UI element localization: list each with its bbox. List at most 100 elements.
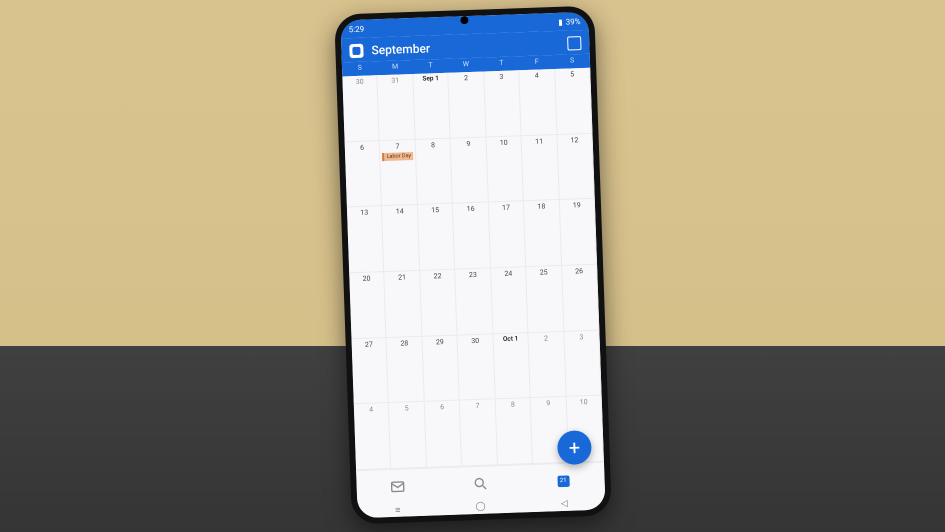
weekday-label: T (412, 61, 448, 70)
day-cell[interactable]: 3 (484, 70, 522, 137)
mail-tab[interactable] (389, 478, 406, 495)
day-cell[interactable]: 7Labor Day (380, 140, 418, 207)
app-menu-icon[interactable] (349, 44, 363, 58)
day-number: 26 (563, 267, 594, 276)
day-cell[interactable]: 25 (526, 266, 564, 333)
day-cell[interactable]: 4 (353, 403, 391, 470)
day-number: 28 (388, 339, 419, 348)
day-number: 22 (422, 272, 453, 281)
day-cell[interactable]: 7 (460, 400, 498, 467)
day-number: 2 (530, 334, 561, 343)
phone-frame: 5:29 ▮ 39% September S M T W T F S 3031S… (334, 6, 612, 525)
day-number: 5 (556, 70, 587, 79)
day-cell[interactable]: 18 (524, 200, 562, 267)
day-cell[interactable]: 8 (495, 398, 533, 465)
day-cell[interactable]: 6 (344, 141, 382, 208)
day-cell[interactable]: Sep 1 (413, 73, 451, 140)
day-cell[interactable]: Oct 1 (493, 333, 531, 400)
day-cell[interactable]: 9 (450, 137, 488, 204)
day-cell[interactable]: 11 (521, 135, 559, 202)
day-cell[interactable]: 14 (382, 205, 420, 272)
day-number: 8 (417, 140, 448, 149)
day-cell[interactable]: 26 (561, 265, 599, 332)
day-cell[interactable]: 22 (420, 270, 458, 337)
day-number: 6 (426, 403, 457, 412)
day-number: 19 (561, 201, 592, 210)
day-cell[interactable]: 28 (386, 336, 424, 403)
day-number: 16 (455, 205, 486, 214)
day-number: 17 (490, 204, 521, 213)
day-number: 12 (559, 136, 590, 145)
recent-apps-button[interactable]: ≡ (394, 504, 400, 515)
day-number: Sep 1 (415, 75, 446, 84)
plus-icon: + (568, 435, 580, 459)
search-tab[interactable] (472, 475, 489, 492)
day-cell[interactable]: 10 (486, 136, 524, 203)
day-number: 6 (346, 143, 377, 152)
day-number: 4 (355, 405, 386, 414)
weekday-label: S (341, 63, 377, 72)
day-number: 29 (424, 337, 455, 346)
weekday-label: S (554, 56, 590, 65)
day-cell[interactable]: 19 (559, 199, 597, 266)
day-number: 30 (459, 336, 490, 345)
day-cell[interactable]: 4 (519, 69, 557, 136)
calendar-tab[interactable]: 21 (554, 472, 571, 489)
day-number: 25 (528, 268, 559, 277)
status-right: ▮ 39% (558, 17, 581, 27)
day-number: 27 (353, 340, 384, 349)
camera-hole (460, 16, 468, 24)
signal-icon: ▮ (558, 17, 563, 26)
day-cell[interactable]: 16 (453, 203, 491, 270)
day-number: Oct 1 (495, 335, 526, 344)
calendar-grid: 3031Sep 1234567Labor Day8910111213141516… (342, 68, 604, 470)
status-time: 5:29 (348, 24, 364, 34)
day-cell[interactable]: 30 (457, 334, 495, 401)
back-button[interactable]: ◁ (560, 499, 567, 509)
day-number: 14 (384, 207, 415, 216)
weekday-label: F (518, 57, 554, 66)
today-icon[interactable] (567, 36, 581, 50)
day-number: 24 (492, 269, 523, 278)
day-number: 15 (419, 206, 450, 215)
day-cell[interactable]: 2 (528, 332, 566, 399)
day-number: 18 (526, 202, 557, 211)
day-cell[interactable]: 13 (346, 206, 384, 273)
weekday-label: W (448, 60, 484, 69)
battery-text: 39% (565, 17, 580, 27)
day-cell[interactable]: 2 (448, 71, 486, 138)
day-cell[interactable]: 24 (490, 267, 528, 334)
day-cell[interactable]: 31 (377, 74, 415, 141)
screen: 5:29 ▮ 39% September S M T W T F S 3031S… (340, 12, 605, 518)
day-number: 2 (450, 74, 481, 83)
event-chip[interactable]: Labor Day (382, 152, 413, 161)
day-cell[interactable]: 20 (349, 272, 387, 339)
day-number: 10 (488, 138, 519, 147)
day-cell[interactable]: 17 (488, 202, 526, 269)
day-number: 4 (521, 71, 552, 80)
day-number: 5 (391, 404, 422, 413)
day-cell[interactable]: 15 (417, 204, 455, 271)
month-title[interactable]: September (371, 37, 559, 58)
weekday-label: M (377, 62, 413, 71)
day-number: 21 (386, 273, 417, 282)
day-cell[interactable]: 5 (389, 402, 427, 469)
day-cell[interactable]: 23 (455, 268, 493, 335)
day-cell[interactable]: 30 (342, 75, 380, 142)
day-number: 30 (344, 77, 375, 86)
day-cell[interactable]: 5 (554, 68, 592, 135)
day-number: 9 (453, 139, 484, 148)
home-button[interactable]: ◯ (475, 502, 485, 512)
day-cell[interactable]: 8 (415, 138, 453, 205)
day-cell[interactable]: 12 (557, 133, 595, 200)
day-number: 3 (566, 332, 597, 341)
day-cell[interactable]: 21 (384, 271, 422, 338)
day-number: 9 (532, 399, 563, 408)
day-cell[interactable]: 27 (351, 338, 389, 405)
day-number: 11 (523, 137, 554, 146)
day-number: 3 (486, 72, 517, 81)
day-number: 13 (348, 209, 379, 218)
day-cell[interactable]: 3 (563, 330, 601, 397)
day-cell[interactable]: 6 (424, 401, 462, 468)
day-cell[interactable]: 29 (422, 335, 460, 402)
